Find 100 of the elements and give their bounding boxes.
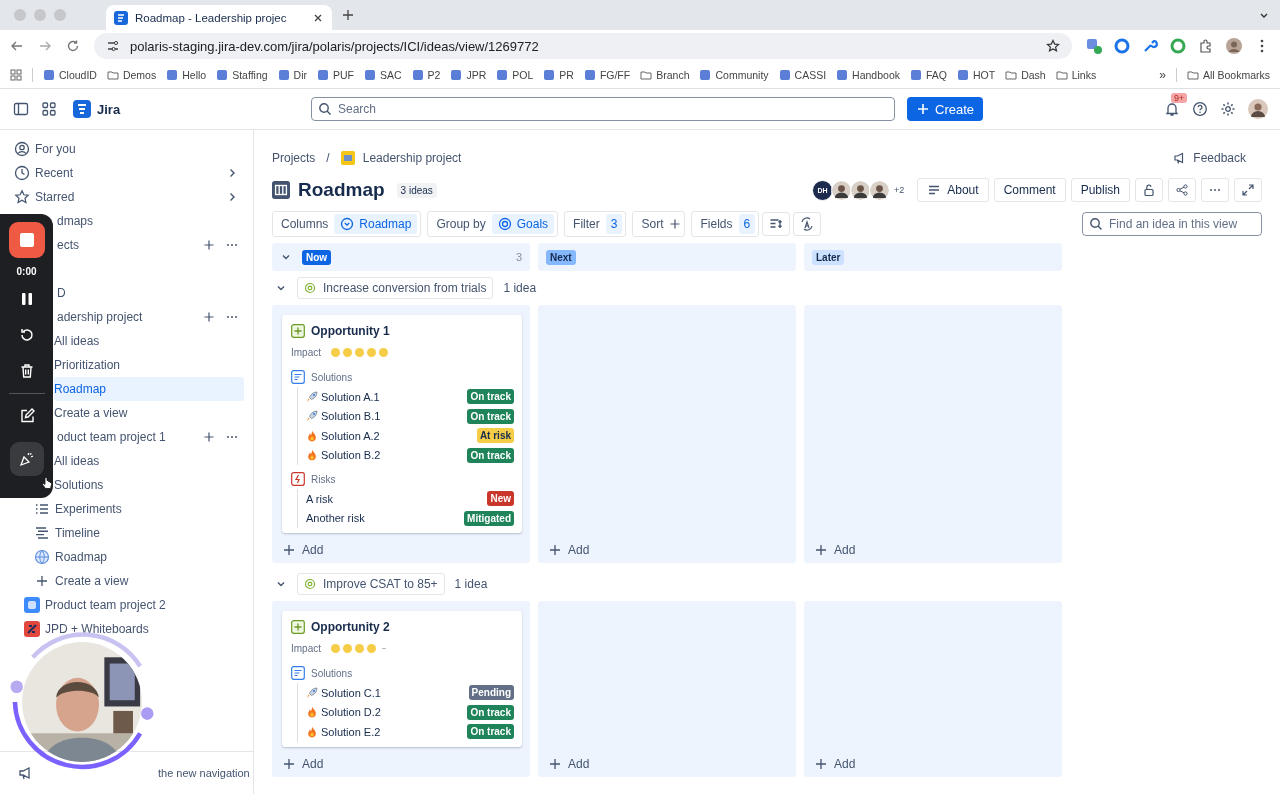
columns-control[interactable]: Columns Roadmap bbox=[272, 211, 422, 237]
add-button[interactable]: Add bbox=[814, 752, 856, 775]
item-title[interactable]: A risk bbox=[306, 492, 333, 505]
item-title[interactable]: Solution E.2 bbox=[321, 725, 381, 738]
status-badge: New bbox=[487, 491, 514, 507]
card-title: Opportunity 2 bbox=[311, 620, 390, 634]
add-button[interactable]: Add bbox=[282, 539, 324, 561]
bookmark[interactable]: P2 bbox=[411, 69, 441, 81]
bookmark[interactable]: Community bbox=[699, 69, 769, 81]
add-button[interactable]: Add bbox=[282, 752, 324, 775]
bookmark[interactable]: Demos bbox=[106, 69, 157, 81]
item-title[interactable]: Solution A.2 bbox=[321, 429, 380, 442]
bookmark[interactable]: FG/FF bbox=[583, 69, 631, 81]
breadcrumb-link[interactable]: Leadership project bbox=[362, 151, 462, 165]
find-idea-field[interactable]: Find an idea in this view bbox=[1082, 212, 1262, 236]
bookmark[interactable]: Branch bbox=[640, 69, 690, 81]
goal-label[interactable]: Increase conversion from trials bbox=[297, 277, 494, 299]
sidebar-item[interactable]: JPD + Whiteboards bbox=[2, 617, 244, 641]
sidebar-item[interactable]: All ideas bbox=[54, 449, 244, 473]
feedback-link[interactable]: the new navigation bbox=[158, 767, 250, 779]
sort-button[interactable]: Sort bbox=[632, 211, 686, 237]
status-badge: On track bbox=[467, 389, 514, 405]
status-badge: On track bbox=[467, 724, 514, 740]
sidebar-item[interactable]: dmaps bbox=[54, 209, 244, 233]
bookmark[interactable]: Dash bbox=[1005, 69, 1046, 81]
recording-time: 0:00 bbox=[16, 266, 37, 277]
section-label: Risks bbox=[311, 473, 336, 485]
sidebar-item[interactable]: Create a view bbox=[54, 401, 244, 425]
breadcrumb-separator: / bbox=[326, 151, 330, 165]
bookmark[interactable]: Handbook bbox=[836, 69, 900, 81]
item-title[interactable]: Solution A.1 bbox=[321, 390, 380, 403]
sidebar-item[interactable]: For you bbox=[2, 137, 244, 161]
idea-card[interactable]: Opportunity 1 Impact Solutions Solution A.1 On track Solution B.1 On track Solution A.2 At risk Solution B.2 On track Risks A risk New Another risk Mitigated bbox=[282, 315, 522, 533]
bookmark[interactable]: JPR bbox=[450, 69, 487, 81]
sidebar-item[interactable]: Product team project 2 bbox=[2, 593, 244, 617]
sidebar-item[interactable]: ects bbox=[54, 233, 244, 257]
add-button[interactable]: Add bbox=[548, 752, 590, 775]
column-label: Later bbox=[812, 249, 845, 265]
filter-button[interactable]: Filter 3 bbox=[564, 211, 627, 237]
item-title[interactable]: Solution B.1 bbox=[321, 410, 381, 423]
column-label: Next bbox=[546, 249, 576, 265]
bookmark[interactable]: FAQ bbox=[910, 69, 947, 81]
bookmark[interactable]: HOT bbox=[957, 69, 996, 81]
idea-card[interactable]: Opportunity 2 Impact Solutions Solution C.1 Pending Solution D.2 On track Solution E.2 On track bbox=[282, 611, 522, 747]
status-badge: Pending bbox=[468, 685, 514, 701]
bookmark[interactable]: PUF bbox=[317, 69, 354, 81]
sidebar-item[interactable]: D bbox=[54, 281, 244, 305]
field-label: Impact bbox=[291, 346, 321, 358]
add-button[interactable]: Add bbox=[814, 539, 856, 561]
item-title[interactable]: Another risk bbox=[306, 512, 365, 525]
more-bookmarks-button[interactable]: » bbox=[1159, 68, 1166, 82]
sidebar-item[interactable]: Starred bbox=[2, 185, 244, 209]
sidebar-item[interactable]: Recent bbox=[2, 161, 244, 185]
sidebar-item[interactable]: All ideas bbox=[54, 329, 244, 353]
address-field[interactable]: polaris-staging.jira-dev.com/jira/polaris/projects/ICI/ideas/view/1269772 bbox=[94, 33, 1072, 59]
sidebar-item[interactable]: Create a view bbox=[2, 569, 244, 593]
group-by-control[interactable]: Group by Goals bbox=[427, 211, 559, 237]
sidebar-item[interactable]: Roadmap bbox=[54, 377, 244, 401]
bookmark[interactable]: Staffing bbox=[216, 69, 268, 81]
more-avatars[interactable]: +2 bbox=[894, 185, 905, 195]
bookmark[interactable]: Hello bbox=[166, 69, 207, 81]
sidebar-item[interactable]: Timeline bbox=[2, 521, 244, 545]
add-button[interactable]: Add bbox=[548, 539, 590, 561]
all-bookmarks[interactable]: All Bookmarks bbox=[1186, 69, 1270, 81]
item-title[interactable]: Solution D.2 bbox=[321, 706, 381, 719]
notification-badge: 9+ bbox=[1171, 93, 1188, 103]
status-badge: On track bbox=[467, 704, 514, 720]
comment-button[interactable]: Comment bbox=[993, 178, 1066, 202]
bookmark[interactable]: CASSI bbox=[778, 69, 827, 81]
item-title[interactable]: Solution B.2 bbox=[321, 449, 381, 462]
sidebar-item[interactable]: adership project bbox=[54, 305, 244, 329]
bookmark[interactable]: Links bbox=[1055, 69, 1097, 81]
sidebar-item[interactable]: Experiments bbox=[2, 497, 244, 521]
section-label: Solutions bbox=[311, 667, 353, 679]
sidebar-item[interactable]: oduct team project 1 bbox=[54, 425, 244, 449]
sidebar-item[interactable]: Prioritization bbox=[54, 353, 244, 377]
item-title[interactable]: Solution C.1 bbox=[321, 686, 381, 699]
idea-count: 1 idea bbox=[503, 281, 537, 295]
card-title: Opportunity 1 bbox=[311, 324, 390, 338]
bookmark[interactable]: CloudID bbox=[43, 69, 97, 81]
status-badge: On track bbox=[467, 408, 514, 424]
product-name[interactable]: Jira bbox=[97, 101, 121, 117]
bookmark[interactable]: PR bbox=[543, 69, 574, 81]
column-label: Now bbox=[302, 249, 332, 265]
breadcrumb-link[interactable]: Projects bbox=[272, 151, 316, 165]
fields-button[interactable]: Fields 6 bbox=[691, 211, 760, 237]
bookmark[interactable]: SAC bbox=[364, 69, 402, 81]
search-field[interactable]: Search bbox=[311, 97, 895, 121]
field-label: Impact bbox=[291, 642, 321, 654]
sidebar-item[interactable]: Solutions bbox=[54, 473, 244, 497]
sidebar-item[interactable]: Roadmap bbox=[2, 545, 244, 569]
section-label: Solutions bbox=[311, 371, 353, 383]
publish-button[interactable]: Publish bbox=[1070, 178, 1130, 202]
feedback-button[interactable]: Feedback bbox=[1167, 150, 1252, 166]
bookmark[interactable]: POL bbox=[496, 69, 534, 81]
goal-label[interactable]: Improve CSAT to 85+ bbox=[297, 573, 445, 595]
bookmark[interactable]: Dir bbox=[277, 69, 307, 81]
browser-tab[interactable]: Roadmap - Leadership projec bbox=[106, 5, 332, 30]
create-button[interactable]: Create bbox=[907, 97, 984, 121]
about-button[interactable]: About bbox=[917, 178, 989, 202]
